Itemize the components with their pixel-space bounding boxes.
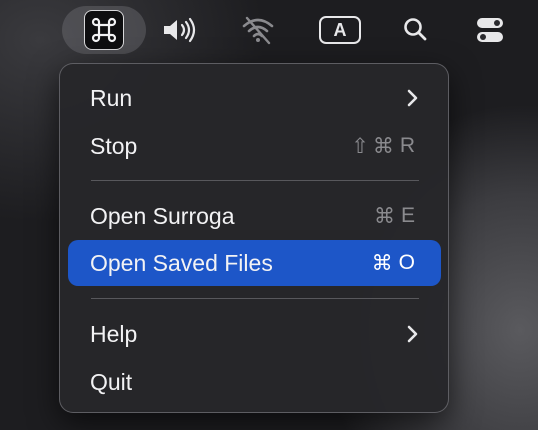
search-icon[interactable]	[394, 6, 438, 54]
menu-item-shortcut: ⌘ O	[372, 251, 419, 276]
menu-item-label: Run	[90, 84, 133, 111]
menu-item-stop[interactable]: Stop ⇧⌘ R	[68, 123, 441, 169]
shortcut-key: R	[399, 134, 419, 157]
menu-item-label: Open Surroga	[90, 202, 235, 229]
control-center-icon[interactable]	[468, 6, 512, 54]
menu-item-open-surroga[interactable]: Open Surroga ⌘ E	[68, 193, 441, 239]
chevron-right-icon	[407, 89, 418, 107]
menu-separator	[91, 298, 419, 299]
menu-item-help[interactable]: Help	[68, 311, 441, 357]
command-app-icon	[84, 10, 124, 50]
shortcut-key: O	[398, 251, 419, 274]
menu-item-label: Help	[90, 320, 138, 347]
menu-item-label: Stop	[90, 132, 138, 159]
input-source-label: A	[333, 19, 347, 40]
chevron-right-icon	[407, 325, 418, 343]
volume-icon[interactable]	[158, 6, 202, 54]
menu-item-shortcut: ⌘ E	[374, 204, 419, 229]
app-menu-extra[interactable]	[62, 6, 146, 54]
menu-item-quit[interactable]: Quit	[68, 359, 441, 405]
menu-item-run[interactable]: Run	[68, 75, 441, 121]
shortcut-modifiers: ⇧⌘	[351, 134, 398, 158]
menu-item-label: Quit	[90, 368, 133, 395]
menu-separator	[91, 180, 419, 181]
menu-item-open-saved-files[interactable]: Open Saved Files ⌘ O	[68, 240, 441, 286]
shortcut-modifier: ⌘	[373, 204, 399, 228]
input-source-button[interactable]: A	[316, 6, 364, 54]
menu-item-label: Open Saved Files	[90, 249, 273, 276]
wifi-off-icon[interactable]	[236, 6, 280, 54]
dropdown-menu: Run Stop ⇧⌘ R Open Surroga ⌘ E Open Saved …	[59, 63, 449, 413]
shortcut-modifier: ⌘	[371, 251, 397, 275]
menu-item-shortcut: ⇧⌘ R	[351, 134, 419, 159]
input-source-icon: A	[319, 16, 361, 44]
shortcut-key: E	[400, 204, 419, 227]
menu-bar: A	[0, 0, 538, 58]
